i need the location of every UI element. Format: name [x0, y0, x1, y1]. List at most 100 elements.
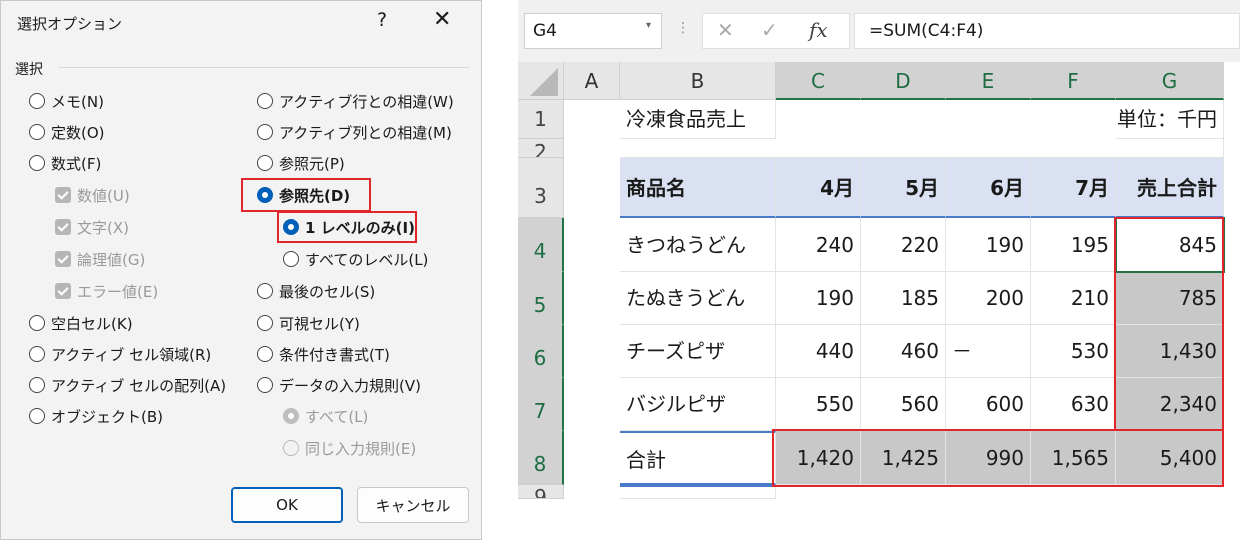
cell-e4[interactable]: 190	[946, 218, 1031, 272]
radio-icon[interactable]	[257, 93, 273, 109]
option-data-validation[interactable]: データの入力規則(V)	[257, 373, 421, 397]
option-row-differences[interactable]: アクティブ行との相違(W)	[257, 89, 454, 113]
column-header-f[interactable]: F	[1031, 62, 1116, 100]
radio-icon	[283, 440, 299, 456]
row-header-9[interactable]: 9	[518, 485, 564, 499]
radio-icon[interactable]	[29, 346, 45, 362]
cell-b8[interactable]: 合計	[620, 431, 776, 485]
option-column-differences[interactable]: アクティブ列との相違(M)	[257, 120, 452, 144]
radio-icon[interactable]	[257, 346, 273, 362]
option-label: 論理値(G)	[77, 250, 146, 269]
option-label: すべて(L)	[305, 407, 369, 426]
column-header-c[interactable]: C	[776, 62, 861, 100]
option-constants[interactable]: 定数(O)	[29, 120, 105, 144]
cell-c4[interactable]: 240	[776, 218, 861, 272]
column-header-d[interactable]: D	[861, 62, 946, 100]
ok-button[interactable]: OK	[231, 487, 343, 523]
cell-b4[interactable]: きつねうどん	[620, 218, 776, 272]
option-conditional-formats[interactable]: 条件付き書式(T)	[257, 342, 390, 366]
insert-function-icon[interactable]: fx	[809, 18, 828, 42]
radio-icon[interactable]	[283, 251, 299, 267]
radio-icon[interactable]	[257, 315, 273, 331]
radio-icon[interactable]	[29, 408, 45, 424]
column-header-b[interactable]: B	[620, 62, 776, 100]
radio-icon[interactable]	[29, 315, 45, 331]
row-header-1[interactable]: 1	[518, 100, 564, 139]
cell-g1[interactable]: 単位：千円	[1116, 100, 1224, 139]
close-icon[interactable]: ✕	[433, 7, 451, 32]
option-formulas[interactable]: 数式(F)	[29, 151, 101, 175]
cell-d3[interactable]: 5月	[861, 158, 946, 218]
radio-icon[interactable]	[257, 155, 273, 171]
column-header-g[interactable]: G	[1116, 62, 1224, 100]
cell-e3[interactable]: 6月	[946, 158, 1031, 218]
check-logicals: 論理値(G)	[55, 247, 145, 271]
cell-c6[interactable]: 440	[776, 325, 861, 378]
cell-d7[interactable]: 560	[861, 378, 946, 431]
radio-icon[interactable]	[29, 377, 45, 393]
selection-options-dialog: 選択オプション ? ✕ 選択 メモ(N) 定数(O) 数式(F) 数値(U) 文…	[0, 0, 482, 540]
radio-icon[interactable]	[257, 283, 273, 299]
cell-e6[interactable]: －	[946, 325, 1031, 378]
option-precedents[interactable]: 参照元(P)	[257, 151, 345, 175]
radio-icon[interactable]	[29, 155, 45, 171]
radio-icon[interactable]	[29, 124, 45, 140]
cell-f7[interactable]: 630	[1031, 378, 1116, 431]
option-current-array[interactable]: アクティブ セルの配列(A)	[29, 373, 226, 397]
cell-d4[interactable]: 220	[861, 218, 946, 272]
cell-f6[interactable]: 530	[1031, 325, 1116, 378]
cell-c3[interactable]: 4月	[776, 158, 861, 218]
cell-b9[interactable]	[620, 485, 776, 499]
cell-b5[interactable]: たぬきうどん	[620, 272, 776, 325]
option-objects[interactable]: オブジェクト(B)	[29, 404, 163, 428]
help-button[interactable]: ?	[377, 9, 387, 31]
cell-b3[interactable]: 商品名	[620, 158, 776, 218]
spreadsheet-grid[interactable]: A B C D E F G 1 2 3 4 5 6 7 8 9 冷凍食品売上 単…	[518, 62, 1240, 540]
row-header-6[interactable]: 6	[518, 325, 564, 378]
cell-c5[interactable]: 190	[776, 272, 861, 325]
row-header-7[interactable]: 7	[518, 378, 564, 431]
option-validation-same: 同じ入力規則(E)	[283, 436, 416, 460]
row-header-3[interactable]: 3	[518, 158, 564, 218]
row-2-cells[interactable]	[620, 139, 1224, 158]
row-header-2[interactable]: 2	[518, 139, 564, 158]
cancel-button[interactable]: キャンセル	[357, 487, 469, 523]
radio-icon[interactable]	[257, 377, 273, 393]
radio-icon[interactable]	[29, 93, 45, 109]
option-label: メモ(N)	[51, 92, 104, 111]
row-header-8[interactable]: 8	[518, 431, 564, 485]
option-all-levels[interactable]: すべてのレベル(L)	[283, 247, 428, 271]
cell-b1[interactable]: 冷凍食品売上	[620, 100, 776, 139]
cell-c7[interactable]: 550	[776, 378, 861, 431]
option-last-cell[interactable]: 最後のセル(S)	[257, 279, 375, 303]
formula-input[interactable]: =SUM(C4:F4)	[854, 13, 1240, 49]
cell-f3[interactable]: 7月	[1031, 158, 1116, 218]
column-header-e[interactable]: E	[946, 62, 1031, 100]
enter-icon[interactable]: ✓	[761, 18, 778, 42]
name-box[interactable]: G4	[524, 13, 662, 49]
cell-e5[interactable]: 200	[946, 272, 1031, 325]
radio-icon[interactable]	[257, 124, 273, 140]
option-label: 同じ入力規則(E)	[305, 439, 417, 458]
option-current-region[interactable]: アクティブ セル領域(R)	[29, 342, 211, 366]
cancel-icon[interactable]: ✕	[717, 18, 734, 42]
column-header-a[interactable]: A	[564, 62, 620, 100]
cell-e7[interactable]: 600	[946, 378, 1031, 431]
cell-b6[interactable]: チーズピザ	[620, 325, 776, 378]
check-errors: エラー値(E)	[55, 279, 158, 303]
check-numbers: 数値(U)	[55, 183, 130, 207]
cell-b7[interactable]: バジルピザ	[620, 378, 776, 431]
cell-d6[interactable]: 460	[861, 325, 946, 378]
cell-f5[interactable]: 210	[1031, 272, 1116, 325]
option-memo[interactable]: メモ(N)	[29, 89, 104, 113]
row-header-4[interactable]: 4	[518, 218, 564, 272]
option-visible-cells[interactable]: 可視セル(Y)	[257, 311, 360, 335]
row-header-5[interactable]: 5	[518, 272, 564, 325]
option-label: 定数(O)	[51, 123, 105, 142]
cell-f4[interactable]: 195	[1031, 218, 1116, 272]
select-all-corner[interactable]	[518, 62, 564, 100]
option-blanks[interactable]: 空白セル(K)	[29, 311, 133, 335]
cell-d5[interactable]: 185	[861, 272, 946, 325]
cell-g3[interactable]: 売上合計	[1116, 158, 1224, 218]
chevron-down-icon[interactable]: ▾	[646, 20, 651, 31]
